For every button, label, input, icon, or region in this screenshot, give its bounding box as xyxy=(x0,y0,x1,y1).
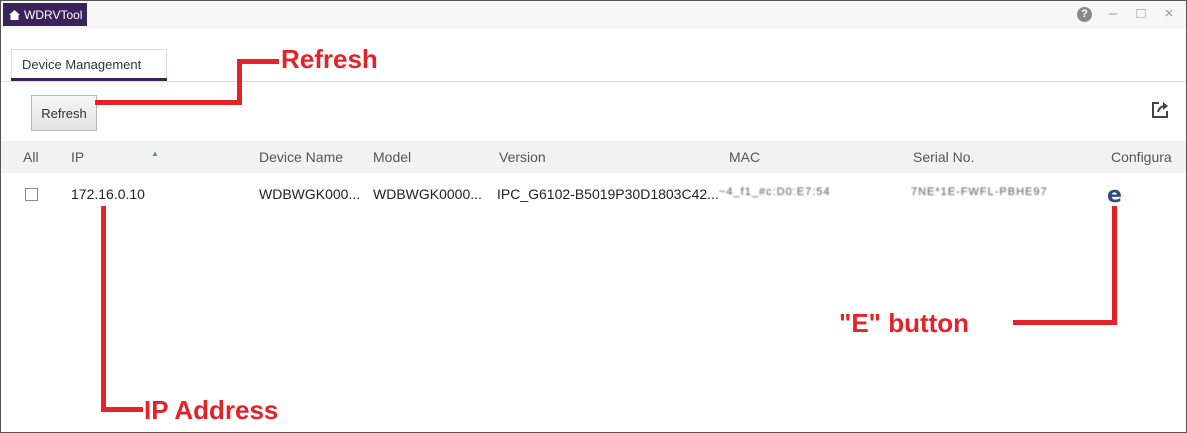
table-row[interactable]: 172.16.0.10 WDBWGK000... WDBWGK0000... I… xyxy=(1,173,1186,215)
ip-callout-line-v xyxy=(101,206,106,412)
close-button[interactable]: × xyxy=(1162,5,1176,23)
ip-callout-line-h xyxy=(101,407,143,412)
table-header: All IP ▲ Device Name Model Version MAC S… xyxy=(1,141,1186,173)
col-ip[interactable]: IP xyxy=(71,149,84,165)
home-icon xyxy=(9,9,20,20)
cell-serial: 7NE*1E-FWFL-PBHE97 xyxy=(911,186,1048,198)
refresh-callout-line-v xyxy=(237,59,242,105)
sort-asc-icon: ▲ xyxy=(151,149,159,158)
app-title-badge: WDRVTool xyxy=(3,3,88,26)
cell-version: IPC_G6102-B5019P30D1803C42... xyxy=(497,186,719,202)
col-model[interactable]: Model xyxy=(373,149,411,165)
title-bar: WDRVTool ? – □ × xyxy=(1,1,1186,29)
refresh-button[interactable]: Refresh xyxy=(31,95,97,131)
refresh-annotation: Refresh xyxy=(281,44,378,74)
active-tab-indicator xyxy=(11,78,167,81)
window-controls: ? – □ × xyxy=(1077,5,1176,23)
cell-device-name: WDBWGK000... xyxy=(259,186,361,202)
col-serial[interactable]: Serial No. xyxy=(913,149,974,165)
tab-device-management[interactable]: Device Management xyxy=(11,49,167,79)
cell-model: WDBWGK0000... xyxy=(373,186,482,202)
app-title: WDRVTool xyxy=(24,7,83,22)
cell-mac: ~4_f1_#c:D0:E7:54 xyxy=(719,186,831,198)
ie-icon[interactable]: e xyxy=(1107,183,1122,208)
app-window: WDRVTool ? – □ × Device Management Refre… xyxy=(0,0,1187,433)
ip-address-annotation: IP Address xyxy=(144,395,279,425)
maximize-button[interactable]: □ xyxy=(1134,5,1148,23)
e-button-annotation: "E" button xyxy=(839,308,970,338)
col-device-name[interactable]: Device Name xyxy=(259,149,343,165)
refresh-callout-line-h xyxy=(95,100,241,105)
col-mac[interactable]: MAC xyxy=(729,149,760,165)
col-version[interactable]: Version xyxy=(499,149,546,165)
refresh-callout-line-top xyxy=(237,59,279,64)
minimize-button[interactable]: – xyxy=(1106,5,1120,23)
col-all[interactable]: All xyxy=(23,149,39,165)
e-callout-line-h xyxy=(1013,320,1117,325)
row-checkbox[interactable] xyxy=(25,188,38,201)
e-callout-line-v xyxy=(1112,206,1117,325)
help-icon[interactable]: ? xyxy=(1077,6,1092,22)
tab-strip: Device Management xyxy=(1,45,1186,82)
cell-ip: 172.16.0.10 xyxy=(71,186,145,202)
export-icon[interactable] xyxy=(1150,100,1170,120)
col-configure[interactable]: Configura xyxy=(1111,149,1172,165)
